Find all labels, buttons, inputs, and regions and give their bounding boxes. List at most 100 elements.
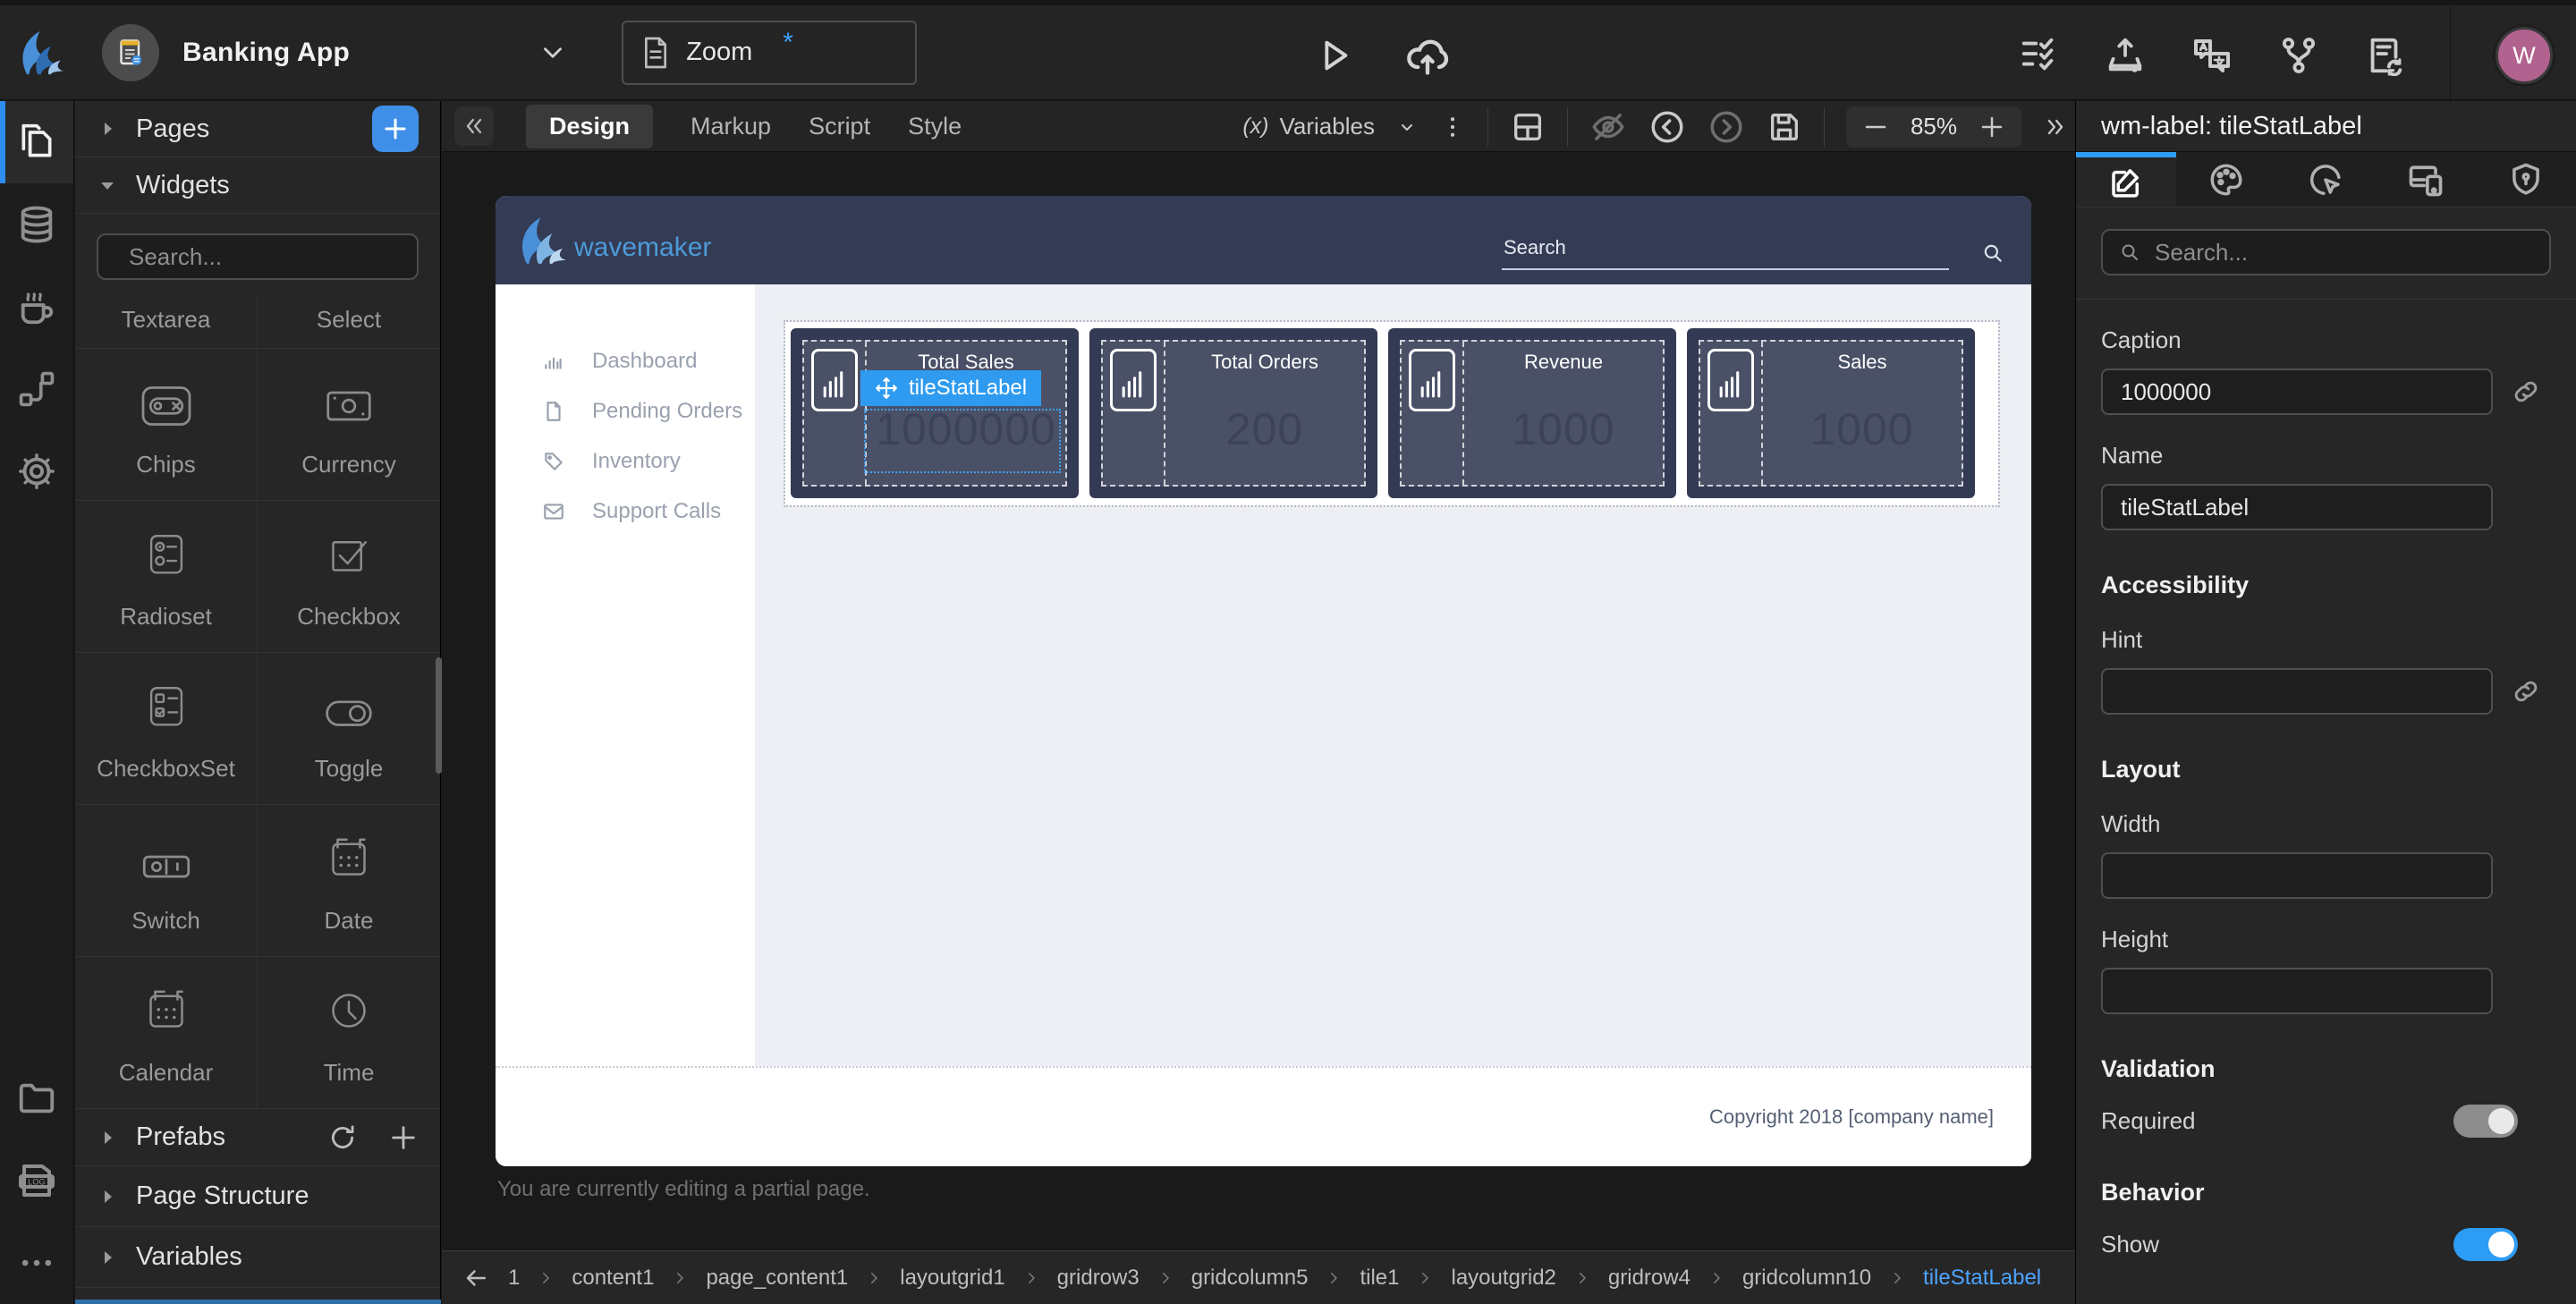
app-page-preview[interactable]: wavemaker Dashboard — [496, 196, 2031, 1166]
left-panel-scrollbar[interactable] — [436, 657, 442, 774]
selected-widget-chip[interactable]: tileStatLabel — [860, 370, 1041, 406]
rail-logs-button[interactable]: LOG — [0, 1139, 73, 1222]
checklist-button[interactable] — [2019, 35, 2060, 76]
kebab-menu-button[interactable] — [1439, 112, 1466, 142]
project-avatar-icon[interactable] — [102, 24, 159, 81]
widget-item-time[interactable]: Time — [258, 956, 440, 1108]
breadcrumb-item[interactable]: page_content1 — [706, 1266, 848, 1291]
rail-more-button[interactable] — [0, 1222, 73, 1304]
layout-grid-button[interactable] — [1510, 109, 1546, 145]
widget-item-radioset[interactable]: Radioset — [75, 500, 258, 652]
prefabs-section-header[interactable]: Prefabs — [75, 1109, 440, 1166]
page-structure-section-header[interactable]: Page Structure — [75, 1166, 440, 1227]
height-input[interactable] — [2101, 968, 2493, 1014]
bind-link-icon[interactable] — [2511, 377, 2541, 407]
add-prefab-button[interactable] — [388, 1122, 419, 1153]
tile-icon-zone[interactable] — [1700, 342, 1763, 485]
widget-item-checkboxset[interactable]: CheckboxSet — [75, 652, 258, 804]
widget-item-switch[interactable]: Switch — [75, 804, 258, 956]
add-page-button[interactable] — [372, 106, 419, 152]
show-toggle[interactable] — [2453, 1228, 2518, 1261]
tab-markup[interactable]: Markup — [691, 105, 771, 148]
hide-markers-eye-off-button[interactable] — [1589, 108, 1627, 146]
zoom-out-button[interactable] — [1862, 114, 1889, 140]
tile-total-orders[interactable]: Total Orders 200 — [1089, 328, 1377, 498]
widget-item-date[interactable]: Date — [258, 804, 440, 956]
variables-dropdown[interactable]: Variables — [1279, 113, 1374, 140]
bind-link-icon[interactable] — [2511, 676, 2541, 707]
widget-search-input[interactable] — [129, 243, 428, 271]
tile-icon-zone[interactable] — [1103, 342, 1165, 485]
tab-design[interactable]: Design — [526, 105, 653, 148]
app-search-input[interactable] — [1502, 231, 1949, 268]
rail-pages-button[interactable] — [0, 101, 73, 183]
tab-events[interactable] — [2276, 152, 2377, 207]
nav-item-dashboard[interactable]: Dashboard — [496, 336, 755, 386]
user-avatar[interactable]: W — [2496, 27, 2553, 84]
tile-main-zone[interactable]: Revenue 1000 — [1464, 342, 1663, 485]
breadcrumb-item[interactable]: layoutgrid2 — [1451, 1266, 1555, 1291]
widget-item-select[interactable]: Select — [258, 296, 440, 348]
tile-icon-zone[interactable] — [1402, 342, 1464, 485]
tile-sales[interactable]: Sales 1000 — [1687, 328, 1975, 498]
refresh-prefabs-button[interactable] — [327, 1122, 358, 1153]
breadcrumb-item[interactable]: tile1 — [1360, 1266, 1399, 1291]
save-button[interactable] — [1767, 109, 1802, 145]
tile-stat-value[interactable]: 1000 — [1512, 374, 1614, 485]
breadcrumb-item[interactable]: gridcolumn10 — [1742, 1266, 1871, 1291]
widget-item-checkbox[interactable]: Checkbox — [258, 500, 440, 652]
tab-devices[interactable] — [2376, 152, 2476, 207]
widget-item-textarea[interactable]: Textarea — [75, 296, 258, 348]
tab-script[interactable]: Script — [809, 105, 870, 148]
export-app-button[interactable] — [2105, 35, 2146, 76]
tab-security[interactable] — [2476, 152, 2576, 207]
variables-section-header[interactable]: Variables — [75, 1227, 440, 1288]
nav-item-pending-orders[interactable]: Pending Orders — [496, 386, 755, 436]
run-preview-button[interactable] — [1313, 35, 1354, 76]
breadcrumb-item[interactable]: gridrow3 — [1057, 1266, 1140, 1291]
widget-item-toggle[interactable]: Toggle — [258, 652, 440, 804]
tab-style[interactable]: Style — [908, 105, 962, 148]
breadcrumb-item[interactable]: layoutgrid1 — [900, 1266, 1004, 1291]
tile-icon-zone[interactable] — [804, 342, 867, 485]
rail-java-services-button[interactable] — [0, 266, 73, 348]
breadcrumb-back-arrow-icon[interactable] — [463, 1265, 490, 1291]
breadcrumb-item[interactable]: content1 — [572, 1266, 654, 1291]
nav-item-support-calls[interactable]: Support Calls — [496, 487, 755, 537]
collapse-left-panel-button[interactable] — [454, 106, 494, 146]
name-input[interactable] — [2101, 484, 2493, 530]
rail-files-button[interactable] — [0, 1057, 73, 1139]
breadcrumb-item[interactable]: gridrow4 — [1608, 1266, 1690, 1291]
rail-settings-button[interactable] — [0, 430, 73, 512]
app-header[interactable]: wavemaker — [496, 196, 2031, 284]
collapse-right-panel-button[interactable] — [2043, 114, 2068, 140]
layout-grid-row[interactable]: Total Sales 1000000 tileStatLabel — [785, 322, 1998, 505]
breadcrumb-item-selected[interactable]: tileStatLabel — [1923, 1266, 2041, 1291]
app-search-icon[interactable] — [1981, 241, 2004, 265]
widget-item-chips[interactable]: Chips — [75, 348, 258, 500]
tile-stat-value[interactable]: 1000 — [1810, 374, 1913, 485]
zoom-in-button[interactable] — [1979, 114, 2005, 140]
app-search-field[interactable] — [1502, 231, 1949, 270]
variables-chevron-down-icon[interactable] — [1396, 116, 1418, 138]
breadcrumb-item[interactable]: 1 — [508, 1266, 520, 1291]
tile-total-sales[interactable]: Total Sales 1000000 tileStatLabel — [791, 328, 1079, 498]
properties-search-input[interactable] — [2155, 239, 2533, 267]
page-tab-zoom[interactable]: Zoom * — [622, 21, 917, 85]
width-input[interactable] — [2101, 852, 2493, 899]
tile-main-zone[interactable]: Total Orders 200 — [1165, 342, 1364, 485]
design-canvas[interactable]: wavemaker Dashboard — [442, 152, 2075, 1250]
tile-revenue[interactable]: Revenue 1000 — [1388, 328, 1676, 498]
project-chevron-down-icon[interactable] — [538, 38, 568, 68]
widget-item-currency[interactable]: Currency — [258, 348, 440, 500]
required-toggle[interactable] — [2453, 1105, 2518, 1138]
caption-input[interactable] — [2101, 368, 2493, 415]
tab-styles[interactable] — [2176, 152, 2276, 207]
pages-section-header[interactable]: Pages — [75, 101, 440, 157]
rail-apis-button[interactable] — [0, 348, 73, 430]
rail-database-button[interactable] — [0, 183, 73, 266]
translate-button[interactable] — [2190, 34, 2233, 77]
tile-stat-value[interactable]: 200 — [1226, 374, 1303, 485]
git-branch-button[interactable] — [2278, 35, 2319, 76]
hint-input[interactable] — [2101, 668, 2493, 715]
